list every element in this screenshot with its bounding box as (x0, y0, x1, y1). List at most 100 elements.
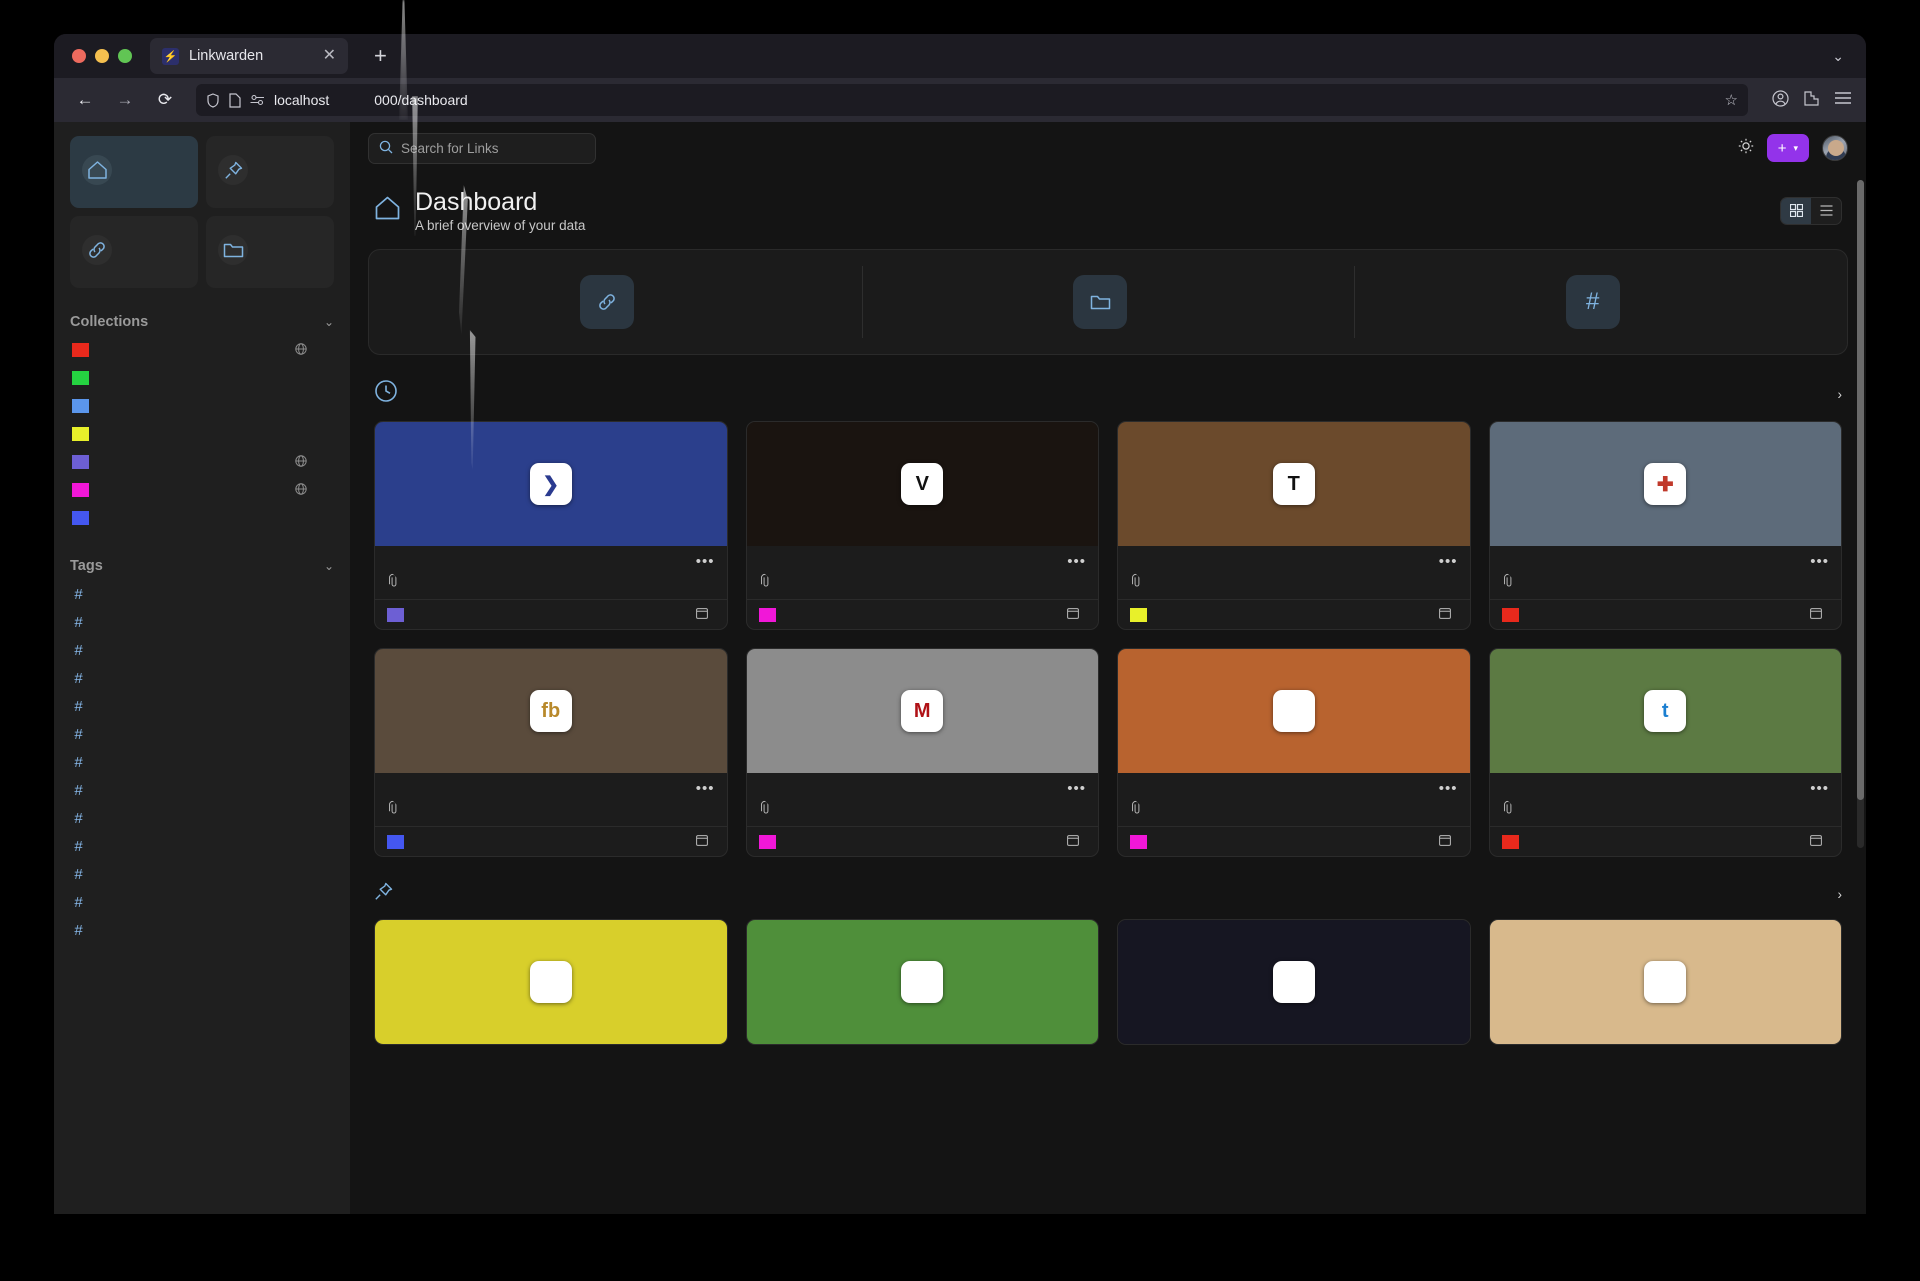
tag-item[interactable]: # (70, 888, 334, 916)
site-favicon (530, 961, 572, 1003)
link-card[interactable]: M ••• (746, 648, 1100, 857)
top-bar-actions: + ▾ (1738, 134, 1848, 162)
search-input[interactable]: Search for Links (368, 133, 596, 164)
link-card[interactable]: ❯••• (374, 421, 728, 630)
close-window-button[interactable] (72, 49, 86, 63)
grid-view-icon[interactable] (1781, 198, 1811, 224)
more-options-icon[interactable]: ••• (696, 784, 715, 794)
account-icon[interactable] (1772, 90, 1789, 111)
browser-tab[interactable]: ⚡ Linkwarden ✕ (150, 38, 348, 74)
tag-item[interactable]: # (70, 832, 334, 860)
tag-item[interactable]: # (70, 608, 334, 636)
view-all-link[interactable]: › (1831, 387, 1843, 402)
sidebar-quick-dashboard[interactable] (70, 136, 198, 208)
link-card[interactable] (1489, 919, 1843, 1045)
link-card[interactable]: T••• (1117, 421, 1471, 630)
minimize-window-button[interactable] (95, 49, 109, 63)
hash-icon: # (72, 866, 85, 883)
collection-item[interactable] (70, 336, 334, 364)
stat-links (369, 250, 862, 354)
chevron-down-icon[interactable]: ⌄ (1832, 48, 1844, 65)
more-options-icon[interactable]: ••• (1067, 557, 1086, 567)
tag-item[interactable]: # (70, 580, 334, 608)
link-card[interactable]: ✚••• (1489, 421, 1843, 630)
view-all-link[interactable]: › (1831, 887, 1843, 902)
collection-item[interactable] (70, 364, 334, 392)
more-options-icon[interactable]: ••• (1810, 784, 1829, 794)
link-card-body: ••• (1118, 773, 1470, 826)
list-view-icon[interactable] (1811, 198, 1841, 224)
hash-icon: # (72, 810, 85, 827)
collection-item[interactable] (70, 448, 334, 476)
maximize-window-button[interactable] (118, 49, 132, 63)
tag-item[interactable]: # (70, 664, 334, 692)
link-card-body: ••• (1118, 546, 1470, 599)
collections-section-header[interactable]: Collections ⌄ (70, 314, 334, 330)
link-card[interactable]: V••• (746, 421, 1100, 630)
hash-icon: # (72, 614, 85, 631)
shield-icon[interactable] (206, 93, 220, 108)
collection-item[interactable] (70, 476, 334, 504)
tag-item[interactable]: # (70, 776, 334, 804)
new-tab-button[interactable]: + (366, 41, 395, 71)
link-card-body: ••• (375, 773, 727, 826)
address-bar[interactable]: localhost 000/dashboard ☆ (196, 84, 1748, 116)
stats-bar: # (368, 249, 1848, 355)
site-favicon (1273, 961, 1315, 1003)
site-favicon: M (901, 690, 943, 732)
sidebar-quick-all-collections[interactable] (206, 216, 334, 288)
chevron-down-icon: ▾ (1793, 143, 1798, 154)
collection-item[interactable] (70, 392, 334, 420)
close-icon[interactable]: ✕ (321, 48, 338, 64)
tracking-protection-icon[interactable] (250, 94, 265, 106)
link-card[interactable] (746, 919, 1100, 1045)
avatar[interactable] (1822, 135, 1848, 161)
page-icon[interactable] (229, 93, 241, 108)
sidebar-quick-all-links[interactable] (70, 216, 198, 288)
window-controls[interactable] (64, 49, 150, 63)
link-card[interactable]: t••• (1489, 648, 1843, 857)
link-card[interactable] (1117, 919, 1471, 1045)
tags-section-header[interactable]: Tags ⌄ (70, 558, 334, 574)
calendar-icon (1067, 607, 1079, 622)
link-card[interactable]: ••• (1117, 648, 1471, 857)
link-card-body: ••• (747, 546, 1099, 599)
add-new-button[interactable]: + ▾ (1767, 134, 1809, 162)
more-options-icon[interactable]: ••• (1439, 557, 1458, 567)
collection-item[interactable] (70, 420, 334, 448)
back-button[interactable]: ← (68, 85, 102, 115)
link-card-body: ••• (1490, 773, 1842, 826)
sun-icon[interactable] (1738, 138, 1754, 158)
tag-item[interactable]: # (70, 804, 334, 832)
link-card[interactable]: fb••• (374, 648, 728, 857)
tag-item[interactable]: # (70, 692, 334, 720)
more-options-icon[interactable]: ••• (1439, 784, 1458, 794)
extensions-icon[interactable] (1803, 90, 1820, 111)
paperclip-icon (1126, 573, 1145, 592)
tag-item[interactable]: # (70, 636, 334, 664)
browser-window: ⚡ Linkwarden ✕ + ⌄ ← → ⟳ localhost 000/d… (54, 34, 1866, 1214)
more-options-icon[interactable]: ••• (1810, 557, 1829, 567)
menu-icon[interactable] (1834, 91, 1852, 109)
vertical-scrollbar[interactable] (1857, 180, 1864, 848)
chevron-down-icon[interactable]: ⌄ (324, 315, 334, 329)
more-options-icon[interactable]: ••• (1067, 784, 1086, 794)
hash-icon: # (72, 838, 85, 855)
more-options-icon[interactable]: ••• (696, 557, 715, 567)
link-icon (580, 275, 634, 329)
tag-item[interactable]: # (70, 860, 334, 888)
reload-button[interactable]: ⟳ (148, 85, 182, 115)
hash-icon: # (72, 922, 85, 939)
forward-button[interactable]: → (108, 85, 142, 115)
bookmark-star-icon[interactable]: ☆ (1725, 91, 1738, 109)
tag-item[interactable]: # (70, 916, 334, 944)
collection-item[interactable] (70, 504, 334, 532)
link-card-thumbnail: M (747, 649, 1099, 773)
sidebar-quick-pinned[interactable] (206, 136, 334, 208)
tag-item[interactable]: # (70, 748, 334, 776)
link-card[interactable] (374, 919, 728, 1045)
folder-icon (1502, 835, 1519, 849)
tag-item[interactable]: # (70, 720, 334, 748)
chevron-down-icon[interactable]: ⌄ (324, 559, 334, 573)
app-root: Collections ⌄ Tags ⌄ ############# Searc… (54, 122, 1866, 1214)
